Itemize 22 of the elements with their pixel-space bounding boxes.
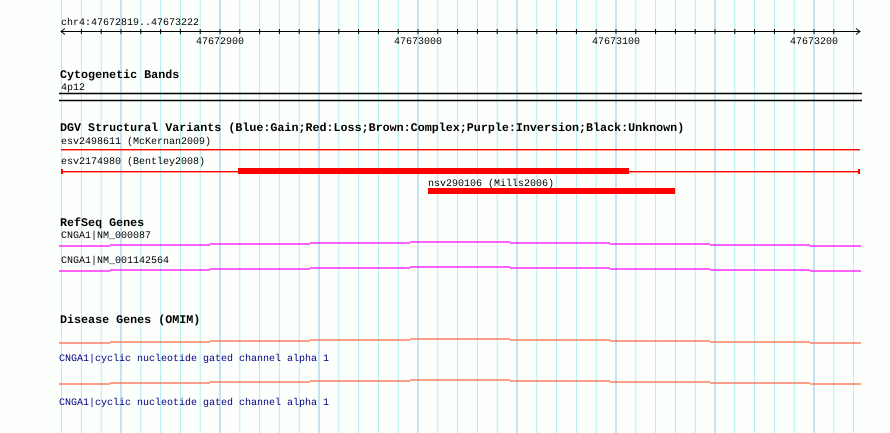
band-label: 4p12 (61, 83, 86, 94)
track-title: DGV Structural Variants (Blue:Gain;Red:Loss;Brown:Complex;Purple:Inversion;Black:Unknown) (60, 121, 684, 135)
track-title: RefSeq Genes (60, 216, 144, 230)
variant-label[interactable]: esv2174980 (Bentley2008) (61, 157, 206, 168)
region-label: chr4:47672819..47673222 (61, 18, 200, 29)
gene-label[interactable]: CNGA1|NM_000087 (61, 231, 152, 242)
track-title: Disease Genes (OMIM) (60, 313, 200, 327)
gene-model[interactable] (58, 266, 862, 272)
tick-label: 47673200 (790, 37, 838, 48)
tick-label: 47673000 (394, 37, 442, 48)
disease-gene-link[interactable]: CNGA1|cyclic nucleotide gated channel alpha 1 (59, 354, 330, 365)
tick-label: 47672900 (196, 37, 244, 48)
variant-label[interactable]: esv2498611 (McKernan2009) (61, 137, 212, 148)
variant-glyph[interactable] (61, 168, 860, 174)
gene-model[interactable] (58, 241, 862, 247)
variant-label[interactable]: nsv290106 (Mills2006) (428, 179, 554, 190)
disease-gene-model[interactable] (58, 379, 862, 385)
disease-gene-model[interactable] (58, 338, 862, 344)
tick-label: 47673100 (592, 37, 640, 48)
gene-label[interactable]: CNGA1|NM_001142564 (61, 256, 170, 267)
disease-gene-link[interactable]: CNGA1|cyclic nucleotide gated channel alpha 1 (59, 398, 330, 409)
track-title: Cytogenetic Bands (60, 68, 180, 82)
